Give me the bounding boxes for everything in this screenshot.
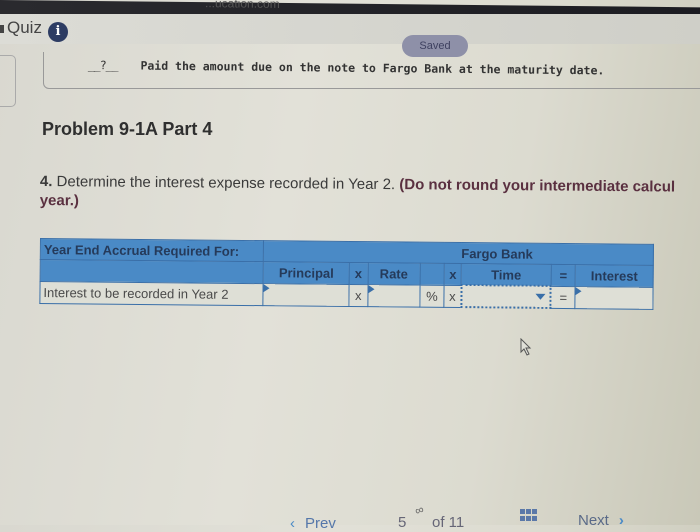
interest-input[interactable] (575, 286, 654, 309)
browser-url-fragment: ...ucation.com (205, 0, 280, 11)
grid-view-icon[interactable] (520, 509, 538, 521)
quiz-title: Quiz (0, 18, 42, 38)
principal-header: Principal (263, 261, 350, 284)
rate-header: Rate (367, 262, 420, 285)
accrual-header: Year End Accrual Required For: (40, 238, 264, 262)
chevron-left-icon: ‹ (290, 515, 295, 532)
interest-header: Interest (575, 264, 654, 287)
current-page-number: 5 (398, 514, 407, 531)
row-label: Interest to be recorded in Year 2 (39, 281, 264, 306)
prev-label: Prev (305, 515, 336, 532)
time-header: Time (461, 263, 552, 286)
chevron-down-icon[interactable] (535, 293, 546, 300)
principal-input[interactable] (263, 283, 350, 306)
multiply-sign-2: x (444, 284, 462, 308)
chevron-right-icon: › (618, 512, 624, 529)
prev-button[interactable]: ‹ Prev (290, 515, 336, 532)
question-text: 4. Determine the interest expense record… (40, 172, 700, 216)
question-number: 4. (39, 172, 53, 191)
time-dropdown[interactable] (460, 285, 551, 308)
problem-title: Problem 9-1A Part 4 (42, 119, 213, 139)
info-icon[interactable]: i (48, 22, 68, 42)
quiz-bullet-icon (0, 24, 4, 33)
question-body: Determine the interest expense recorded … (52, 173, 400, 194)
interest-calculation-table: Year End Accrual Required For: Fargo Ban… (39, 238, 654, 310)
link-icon[interactable]: ∞ (413, 502, 426, 518)
quiz-label-text: Quiz (7, 18, 42, 37)
journal-entry-blank: __?__ (87, 58, 118, 73)
side-panel-edge (0, 55, 16, 107)
page-total-label: of 11 (432, 514, 465, 531)
next-label: Next (578, 512, 609, 529)
multiply-sign-1: x (348, 283, 368, 307)
table-row: Interest to be recorded in Year 2 x % x … (39, 281, 654, 309)
multiply-header-1: x (349, 262, 368, 285)
equals-sign: = (550, 285, 576, 309)
empty-header-cell (40, 259, 264, 284)
multiply-header-2: x (444, 263, 462, 286)
percent-sign: % (419, 284, 445, 307)
percent-header (419, 263, 445, 285)
next-button[interactable]: Next › (578, 512, 624, 529)
question-note-continued: year.) (39, 191, 80, 210)
equals-header: = (550, 264, 576, 287)
mouse-cursor-icon (520, 338, 532, 356)
quiz-header (0, 14, 700, 44)
rate-input[interactable] (367, 284, 420, 307)
question-note: (Do not round your intermediate calcul (399, 176, 676, 196)
